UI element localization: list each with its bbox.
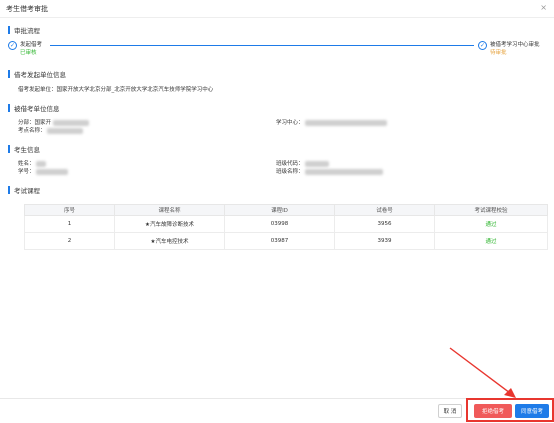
annotation-arrow	[449, 347, 516, 398]
annotation-highlight-box	[466, 398, 554, 422]
cancel-button[interactable]: 取 消	[438, 404, 462, 418]
